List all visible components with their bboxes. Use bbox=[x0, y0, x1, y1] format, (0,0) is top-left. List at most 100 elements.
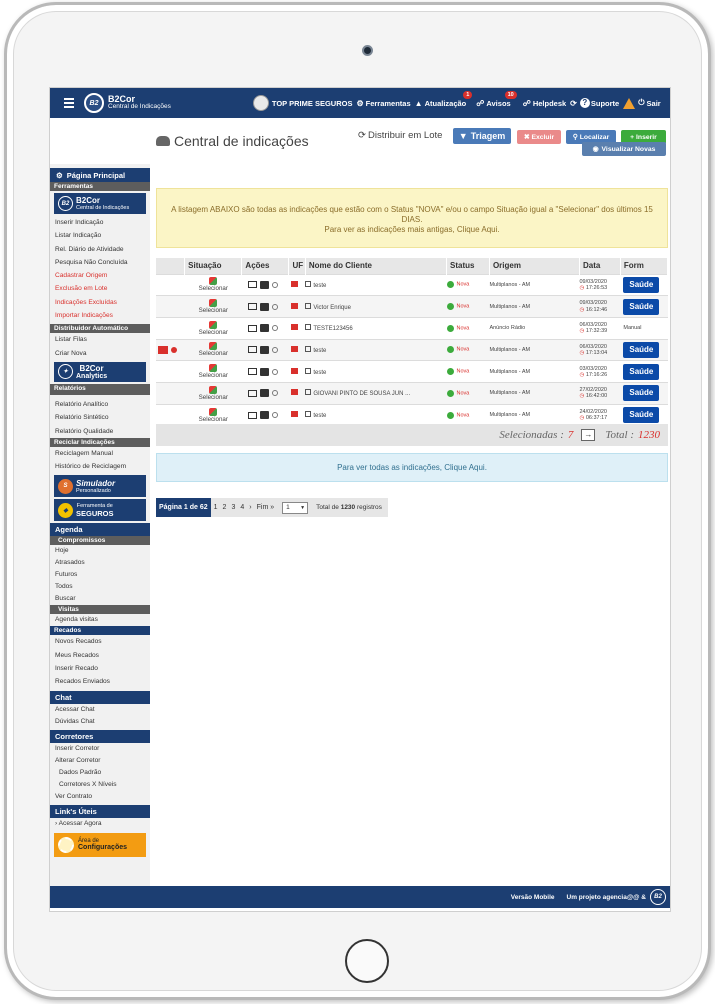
table-row[interactable]: Selecionar teste Nova Multiplanos - AM 06/03… bbox=[156, 338, 668, 361]
situacao-cell[interactable]: Selecionar bbox=[184, 273, 242, 296]
sidebar-item-hoje[interactable]: Hoje bbox=[50, 545, 150, 557]
sidebar-item[interactable]: Exclusão em Lote bbox=[50, 282, 150, 295]
sidebar-item-dados-padrao[interactable]: Dados Padrão bbox=[50, 767, 150, 779]
table-row[interactable]: Selecionar Victor Enrique Nova Multiplanos … bbox=[156, 295, 668, 318]
situacao-cell[interactable]: Selecionar bbox=[184, 316, 242, 340]
mail-icon[interactable] bbox=[247, 389, 257, 397]
situacao-cell[interactable]: Selecionar bbox=[184, 295, 242, 318]
print-icon[interactable] bbox=[259, 389, 269, 398]
info-alert-line2[interactable]: Para ver as indicações mais antigas, Cli… bbox=[167, 225, 657, 235]
print-icon[interactable] bbox=[259, 345, 269, 354]
refresh-button[interactable]: ⟳ bbox=[570, 99, 579, 108]
table-row[interactable]: Selecionar TESTE123456 Nova Anúncio Rádio 06… bbox=[156, 316, 668, 340]
sidebar-item-inserir-recado[interactable]: Inserir Recado bbox=[50, 662, 150, 675]
sidebar-item[interactable]: Cadastrar Origem bbox=[50, 269, 150, 282]
col-uf[interactable]: UF bbox=[288, 258, 306, 274]
mail-icon[interactable] bbox=[247, 324, 257, 332]
situacao-cell[interactable]: Selecionar bbox=[184, 403, 242, 426]
excluir-button[interactable]: ✖ Excluir bbox=[517, 130, 561, 144]
pager-page-2[interactable]: 2 bbox=[223, 504, 227, 511]
sidebar-item-todos[interactable]: Todos bbox=[50, 581, 150, 593]
pager-page-4[interactable]: 4 bbox=[240, 504, 244, 511]
print-icon[interactable] bbox=[259, 324, 269, 333]
situacao-cell[interactable]: Selecionar bbox=[184, 381, 242, 405]
print-icon[interactable] bbox=[259, 280, 269, 289]
nome-cell[interactable]: teste bbox=[305, 338, 447, 361]
suporte-menu[interactable]: ? Suporte bbox=[579, 98, 619, 108]
form-manual[interactable]: Manual bbox=[623, 325, 641, 331]
simulador-banner[interactable]: S Simulador Personalizado bbox=[54, 475, 146, 498]
whatsapp-icon[interactable] bbox=[271, 412, 278, 419]
sidebar-item-alterar-corretor[interactable]: Alterar Corretor bbox=[50, 755, 150, 767]
whatsapp-icon[interactable] bbox=[271, 325, 278, 332]
ferramenta-seguros-banner[interactable]: ◆ Ferramenta de SEGUROS bbox=[54, 499, 146, 522]
col-status[interactable]: Status bbox=[446, 258, 490, 274]
nome-cell[interactable]: TESTE123456 bbox=[305, 316, 447, 340]
table-row[interactable]: Selecionar GIOVANI PINTO DE SOUSA JUN ...… bbox=[156, 381, 668, 405]
whatsapp-icon[interactable] bbox=[271, 390, 278, 397]
sidebar-item-meus-recados[interactable]: Meus Recados bbox=[50, 649, 150, 662]
print-icon[interactable] bbox=[259, 367, 269, 376]
mail-icon[interactable] bbox=[247, 281, 257, 289]
edit-icon[interactable] bbox=[305, 411, 312, 418]
sair-button[interactable]: ⏻ Sair bbox=[638, 98, 661, 108]
edit-icon[interactable] bbox=[305, 280, 312, 287]
sidebar-item[interactable]: Inserir Indicação bbox=[50, 216, 150, 229]
pager-last[interactable]: Fim » bbox=[257, 504, 275, 511]
sidebar-item[interactable]: Pesquisa Não Concluída bbox=[50, 256, 150, 269]
nome-cell[interactable]: teste bbox=[305, 403, 447, 426]
whatsapp-icon[interactable] bbox=[271, 281, 278, 288]
form-button[interactable]: Saúde bbox=[623, 276, 660, 293]
home-button[interactable] bbox=[345, 939, 389, 983]
sidebar-item-relatorio-qualidade[interactable]: Relatório Qualidade bbox=[50, 425, 150, 438]
edit-icon[interactable] bbox=[305, 389, 312, 396]
sidebar-item-listar-filas[interactable]: Listar Filas bbox=[50, 333, 150, 346]
sidebar-item[interactable]: Indicações Excluídas bbox=[50, 296, 150, 309]
mail-icon[interactable] bbox=[247, 303, 257, 311]
hamburger-menu-icon[interactable] bbox=[64, 96, 74, 110]
sidebar-item-relatorio-sintetico[interactable]: Relatório Sintético bbox=[50, 411, 150, 424]
table-row[interactable]: Selecionar teste Nova Multiplanos - AM 24/02… bbox=[156, 403, 668, 426]
configuracoes-banner[interactable]: Área de Configurações bbox=[54, 832, 146, 857]
sidebar-item-inserir-corretor[interactable]: Inserir Corretor bbox=[50, 743, 150, 755]
whatsapp-icon[interactable] bbox=[271, 368, 278, 375]
pager-next[interactable]: › bbox=[249, 504, 251, 511]
sidebar-item[interactable]: Importar Indicações bbox=[50, 309, 150, 322]
helpdesk-menu[interactable]: ☍ Helpdesk bbox=[523, 99, 566, 108]
sidebar-item-acessar-agora[interactable]: › Acessar Agora bbox=[50, 818, 150, 830]
edit-icon[interactable] bbox=[305, 324, 312, 331]
whatsapp-icon[interactable] bbox=[271, 303, 278, 310]
col-form[interactable]: Form bbox=[620, 258, 669, 274]
nome-cell[interactable]: Victor Enrique bbox=[305, 295, 447, 318]
sidebar-item[interactable]: Listar Indicação bbox=[50, 229, 150, 242]
sidebar-item-acessar-chat[interactable]: Acessar Chat bbox=[50, 704, 150, 716]
sidebar-item-futuros[interactable]: Futuros bbox=[50, 569, 150, 581]
sidebar-item-reciclagem-manual[interactable]: Reciclagem Manual bbox=[50, 447, 150, 460]
print-icon[interactable] bbox=[259, 411, 269, 420]
arrow-right-icon[interactable]: → bbox=[581, 429, 596, 441]
nome-cell[interactable]: teste bbox=[305, 360, 447, 383]
whatsapp-icon[interactable] bbox=[271, 346, 278, 353]
sidebar-item-recados-enviados[interactable]: Recados Enviados bbox=[50, 675, 150, 688]
sidebar-item-duvidas-chat[interactable]: Dúvidas Chat bbox=[50, 716, 150, 728]
col-data[interactable]: Data bbox=[579, 258, 621, 274]
sidebar-item-atrasados[interactable]: Atrasados bbox=[50, 557, 150, 569]
edit-icon[interactable] bbox=[305, 302, 312, 309]
nome-cell[interactable]: teste bbox=[305, 273, 447, 296]
sidebar-main-page[interactable]: ⚙ Página Principal bbox=[50, 168, 150, 182]
edit-icon[interactable] bbox=[305, 367, 312, 374]
analytics-banner[interactable]: ✦ B2Cor Analytics bbox=[54, 361, 146, 382]
sidebar-item-relatorio-analitico[interactable]: Relatório Analítico bbox=[50, 398, 150, 411]
distribuir-lote-button[interactable]: ⟳ Distribuir em Lote bbox=[358, 130, 442, 141]
sidebar-item-corretores-niveis[interactable]: Corretores X Níveis bbox=[50, 779, 150, 791]
triagem-button[interactable]: ▼ Triagem bbox=[453, 128, 511, 144]
atualizacao-menu[interactable]: ▲ Atualização 1 bbox=[415, 90, 473, 108]
mail-icon[interactable] bbox=[247, 411, 257, 419]
form-button[interactable]: Saúde bbox=[623, 298, 660, 315]
b2cor-banner[interactable]: B2 B2Cor Central de Indicações bbox=[54, 193, 146, 214]
col-situacao[interactable]: Situação bbox=[184, 258, 243, 274]
pager-page-select[interactable]: 1 ▼ bbox=[282, 501, 309, 514]
avisos-menu[interactable]: ☍ Avisos 10 bbox=[476, 90, 517, 108]
pager-page-3[interactable]: 3 bbox=[231, 504, 235, 511]
mail-icon[interactable] bbox=[247, 346, 257, 354]
